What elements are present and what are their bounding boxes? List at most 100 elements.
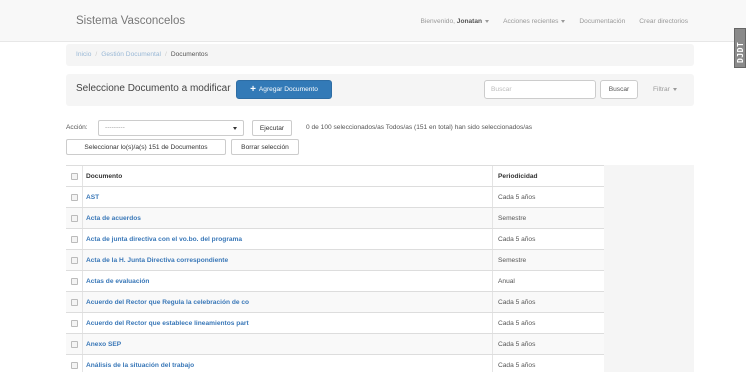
column-divider [82,166,83,186]
chevron-down-icon [233,127,237,130]
execute-button[interactable]: Ejecutar [252,120,292,136]
column-divider [492,271,493,291]
column-divider [82,271,83,291]
row-checkbox[interactable] [71,215,78,222]
filter-label: Filtrar [653,86,670,93]
document-link[interactable]: Acta de junta directiva con el vo.bo. de… [86,236,242,243]
table-row: Acta de junta directiva con el vo.bo. de… [66,228,604,249]
column-divider [82,208,83,228]
header-panel: Seleccione Documento a modificar + Agreg… [66,74,694,106]
filter-sidebar-panel [604,165,694,372]
action-bar: Acción: --------- Ejecutar 0 de 100 sele… [66,118,694,138]
column-divider [492,250,493,270]
column-divider [82,250,83,270]
documentation-link[interactable]: Documentación [579,18,625,25]
document-link[interactable]: Acuerdo del Rector que Regula la celebra… [86,299,249,306]
column-divider [492,208,493,228]
filter-dropdown[interactable]: Filtrar [653,86,677,93]
column-divider [492,187,493,207]
breadcrumb-separator: / [95,51,98,58]
row-checkbox[interactable] [71,299,78,306]
periodicity-cell: Cada 5 años [498,236,536,243]
document-link[interactable]: AST [86,194,99,201]
periodicity-cell: Cada 5 años [498,362,536,369]
document-link[interactable]: Acta de la H. Junta Directiva correspond… [86,257,228,264]
periodicity-cell: Semestre [498,215,527,222]
welcome-prefix: Bienvenido, [420,18,455,25]
create-directories-link[interactable]: Crear directorios [639,18,688,25]
breadcrumb-gestion-documental[interactable]: Gestión Documental [101,51,161,58]
column-header-periodicidad[interactable]: Periodicidad [498,173,538,180]
row-checkbox[interactable] [71,278,78,285]
document-link[interactable]: Anexo SEP [86,341,121,348]
top-navbar: Sistema Vasconcelos Bienvenido, Jonatan … [0,0,746,42]
documents-table: Documento Periodicidad AST Cada 5 años Act… [66,165,604,372]
search-button[interactable]: Buscar [600,80,638,99]
periodicity-cell: Semestre [498,257,527,264]
breadcrumb-current: Documentos [170,51,208,58]
navbar-right-menu: Bienvenido, Jonatan Acciones recientes D… [420,18,688,25]
table-row: Actas de evaluación Anual [66,270,604,291]
chevron-down-icon [672,87,677,91]
column-header-documento[interactable]: Documento [86,173,122,180]
periodicity-cell: Cada 5 años [498,341,536,348]
document-link[interactable]: Acuerdo del Rector que establece lineami… [86,320,249,327]
row-checkbox[interactable] [71,320,78,327]
periodicity-cell: Cada 5 años [498,299,536,306]
periodicity-cell: Cada 5 años [498,320,536,327]
chevron-down-icon [485,19,490,23]
recent-actions-label: Acciones recientes [503,18,559,25]
column-divider [82,292,83,312]
action-select[interactable]: --------- [98,120,244,136]
row-checkbox[interactable] [71,236,78,243]
user-menu[interactable]: Bienvenido, Jonatan [420,18,490,25]
action-select-value: --------- [105,124,125,131]
select-all-checkbox[interactable] [71,173,78,180]
table-row: Acuerdo del Rector que Regula la celebra… [66,291,604,312]
document-link[interactable]: Actas de evaluación [86,278,149,285]
clear-selection-button[interactable]: Borrar selección [231,139,299,155]
user-name: Jonatan [456,18,483,25]
table-row: Acuerdo del Rector que establece lineami… [66,312,604,333]
action-label: Acción: [66,124,88,131]
column-divider [492,229,493,249]
column-divider [82,187,83,207]
select-all-button[interactable]: Seleccionar lo(s)/a(s) 151 de Documentos [66,139,226,155]
column-divider [82,229,83,249]
selection-counter: 0 de 100 seleccionados/as Todos/as (151 … [306,124,533,131]
row-checkbox[interactable] [71,194,78,201]
breadcrumb-home[interactable]: Inicio [76,51,91,58]
table-row: AST Cada 5 años [66,186,604,207]
column-divider [492,292,493,312]
periodicity-cell: Cada 5 años [498,194,536,201]
recent-actions-menu[interactable]: Acciones recientes [503,18,566,25]
add-document-button[interactable]: + Agregar Documento [236,80,332,99]
column-divider [492,334,493,354]
page-title: Seleccione Documento a modificar [76,83,231,94]
debug-toolbar-toggle[interactable]: DJDT [734,28,746,68]
debug-toolbar-label: DJDT [736,41,745,63]
document-link[interactable]: Análisis de la situación del trabajo [86,362,194,369]
column-divider [492,166,493,186]
row-checkbox[interactable] [71,257,78,264]
chevron-down-icon [561,19,566,23]
column-divider [82,334,83,354]
table-row: Anexo SEP Cada 5 años [66,333,604,354]
column-divider [82,355,83,372]
add-document-label: Agregar Documento [258,86,318,93]
document-link[interactable]: Acta de acuerdos [86,215,141,222]
breadcrumb-separator: / [165,51,167,58]
table-row: Análisis de la situación del trabajo Cada… [66,354,604,372]
column-divider [492,313,493,333]
periodicity-cell: Anual [498,278,515,285]
plus-icon: + [250,83,256,95]
app-brand[interactable]: Sistema Vasconcelos [76,15,185,27]
row-checkbox[interactable] [71,362,78,369]
table-header-row: Documento Periodicidad [66,165,604,186]
search-input[interactable]: Buscar [484,80,596,99]
column-divider [82,313,83,333]
breadcrumb: Inicio / Gestión Documental / Documentos [66,44,694,66]
table-row: Acta de acuerdos Semestre [66,207,604,228]
search-placeholder: Buscar [491,86,512,93]
row-checkbox[interactable] [71,341,78,348]
